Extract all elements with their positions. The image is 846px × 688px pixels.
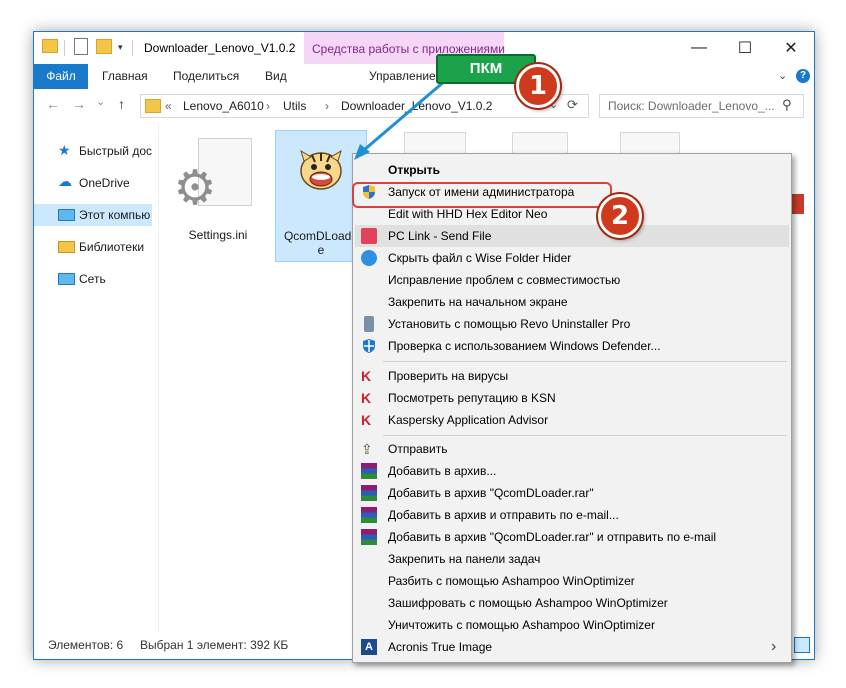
annotation-step-1: 1 (516, 64, 560, 108)
annotation-step-2: 2 (598, 194, 642, 238)
annotation-highlight-box (352, 182, 612, 208)
annotation-arrow (354, 78, 447, 160)
